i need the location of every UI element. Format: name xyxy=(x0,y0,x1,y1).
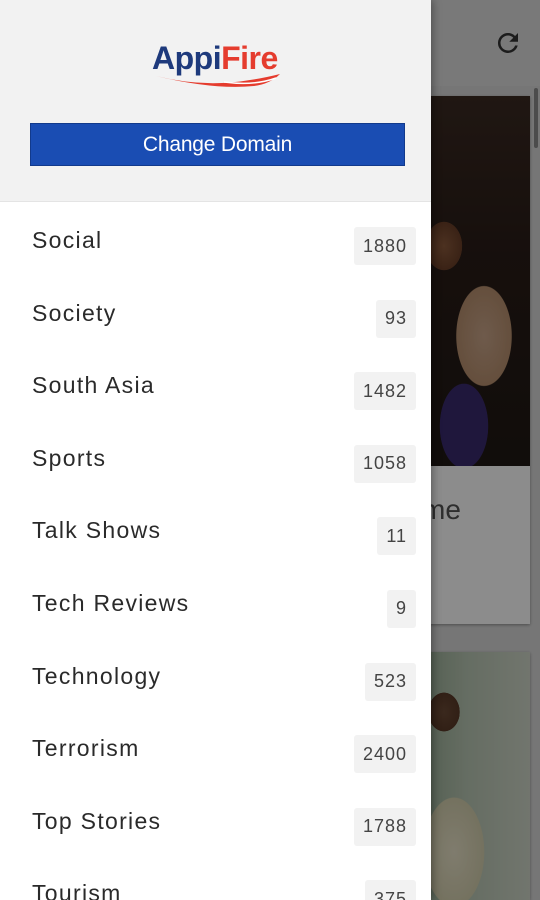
appifire-logo: Appi Fire xyxy=(152,42,292,96)
category-item-sports[interactable]: Sports 1058 xyxy=(0,426,431,499)
logo-swoosh-icon xyxy=(156,74,280,87)
category-item-terrorism[interactable]: Terrorism 2400 xyxy=(0,716,431,789)
category-count-badge: 2400 xyxy=(353,735,416,774)
category-count-badge: 93 xyxy=(375,299,416,338)
category-item-society[interactable]: Society 93 xyxy=(0,281,431,354)
category-item-south-asia[interactable]: South Asia 1482 xyxy=(0,353,431,426)
category-label: Social xyxy=(32,227,103,253)
category-label: Tech Reviews xyxy=(32,589,190,616)
category-item-talk-shows[interactable]: Talk Shows 11 xyxy=(0,498,431,571)
category-count-badge: 11 xyxy=(377,517,416,556)
category-count-badge: 1058 xyxy=(353,444,416,483)
category-label: Technology xyxy=(32,662,162,689)
logo-text-appi: Appi xyxy=(152,40,222,76)
category-item-tourism[interactable]: Tourism 375 xyxy=(0,861,431,900)
category-count-badge: 1880 xyxy=(353,227,416,265)
category-label: Terrorism xyxy=(32,735,140,762)
category-count-badge: 1482 xyxy=(353,372,416,411)
category-item-social[interactable]: Social 1880 xyxy=(0,208,431,281)
category-count-badge: 1788 xyxy=(353,807,416,846)
category-count-badge: 9 xyxy=(386,589,416,628)
category-count-badge: 523 xyxy=(364,662,416,701)
change-domain-button[interactable]: Change Domain xyxy=(30,123,405,166)
drawer-header: Appi Fire Change Domain xyxy=(0,0,431,202)
category-item-technology[interactable]: Technology 523 xyxy=(0,644,431,717)
category-label: Tourism xyxy=(32,880,122,900)
category-label: Society xyxy=(32,299,117,326)
category-item-top-stories[interactable]: Top Stories 1788 xyxy=(0,789,431,862)
category-label: Talk Shows xyxy=(32,517,162,544)
category-label: South Asia xyxy=(32,372,155,399)
category-item-tech-reviews[interactable]: Tech Reviews 9 xyxy=(0,571,431,644)
category-label: Sports xyxy=(32,444,107,471)
logo-text-fire: Fire xyxy=(221,40,278,76)
category-label: Top Stories xyxy=(32,807,162,834)
navigation-drawer: Appi Fire Change Domain Social 1880 Soci… xyxy=(0,0,431,900)
category-count-badge: 375 xyxy=(364,880,416,900)
category-list: Social 1880 Society 93 South Asia 1482 S… xyxy=(0,208,431,900)
